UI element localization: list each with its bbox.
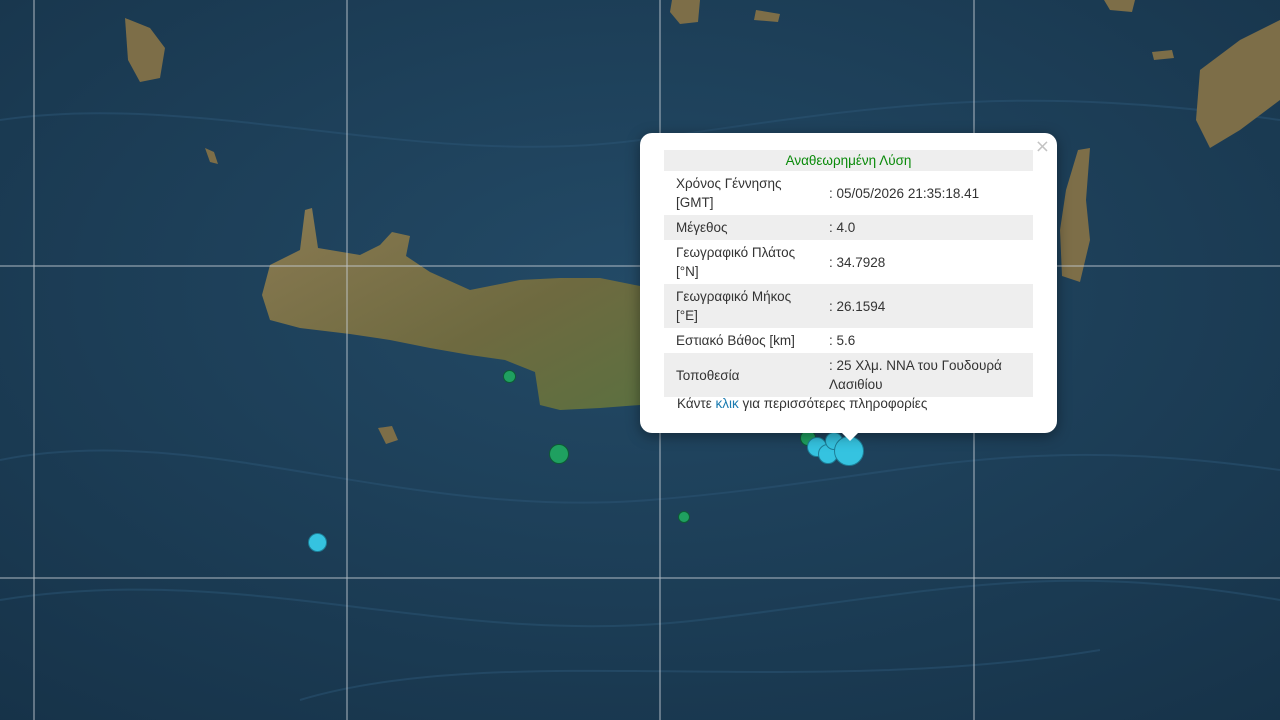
quake-marker[interactable]: [678, 511, 690, 523]
popup-title: Αναθεωρημένη Λύση: [664, 150, 1033, 171]
earthquake-popup: × Αναθεωρημένη Λύση Χρόνος Γέννησης [GMT…: [640, 133, 1057, 433]
latitude-label: Γεωγραφικό Πλάτος [°N]: [676, 245, 796, 279]
popup-tip: [840, 431, 860, 441]
latitude-value: : 34.7928: [829, 254, 886, 270]
map-canvas[interactable]: × Αναθεωρημένη Λύση Χρόνος Γέννησης [GMT…: [0, 0, 1280, 720]
quake-marker[interactable]: [503, 370, 516, 383]
location-value: : 25 Χλμ. ΝΝΑ του Γουδουρά Λασιθίου: [817, 353, 1033, 397]
more-info-suffix: για περισσότερες πληροφορίες: [738, 396, 928, 411]
magnitude-value: : 4.0: [817, 215, 1033, 240]
longitude-value: : 26.1594: [817, 284, 1033, 328]
location-label: Τοποθεσία: [664, 353, 817, 397]
quake-marker[interactable]: [308, 533, 327, 552]
popup-info-table: Αναθεωρημένη Λύση Χρόνος Γέννησης [GMT] …: [664, 150, 1033, 397]
depth-label: Εστιακό Βάθος [km]: [676, 333, 795, 348]
more-info-prefix: Κάντε: [677, 396, 716, 411]
magnitude-label: Μέγεθος: [664, 215, 817, 240]
close-icon[interactable]: ×: [1035, 138, 1050, 156]
more-info-link[interactable]: κλικ: [716, 396, 739, 411]
longitude-label: Γεωγραφικό Μήκος [°E]: [664, 284, 817, 328]
origin-time-value: : 05/05/2026 21:35:18.41: [829, 185, 980, 201]
depth-value: : 5.6: [829, 333, 856, 348]
more-info-text: Κάντε κλικ για περισσότερες πληροφορίες: [677, 396, 927, 411]
quake-marker[interactable]: [549, 444, 569, 464]
origin-time-label: Χρόνος Γέννησης [GMT]: [676, 176, 782, 210]
